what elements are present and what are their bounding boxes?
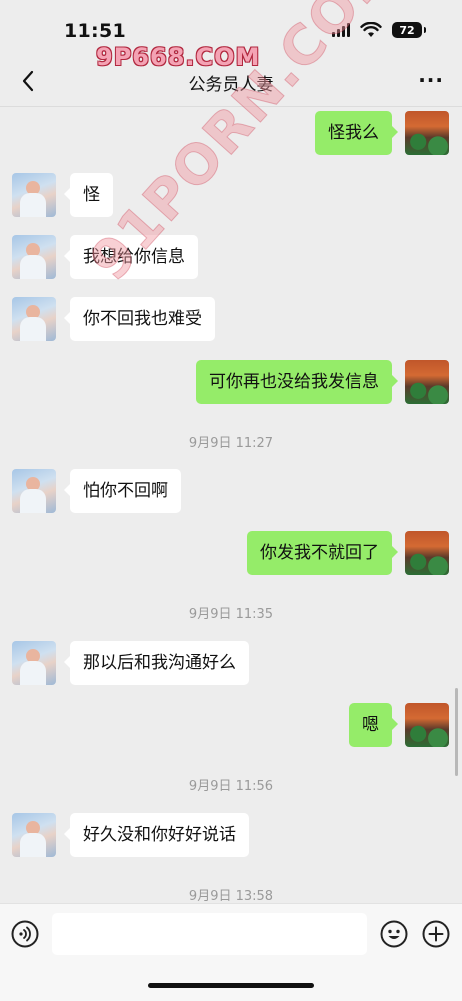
message-bubble-received[interactable]: 怪 xyxy=(64,173,113,217)
emoji-icon[interactable] xyxy=(380,920,408,948)
message-bubble-received[interactable]: 怕你不回啊 xyxy=(64,469,181,513)
timestamp: 9月9日 11:35 xyxy=(188,607,274,622)
timestamp: 9月9日 11:56 xyxy=(188,779,274,794)
battery-level: 72 xyxy=(399,23,415,37)
avatar-self[interactable] xyxy=(405,360,449,404)
scrollbar[interactable] xyxy=(455,688,458,776)
avatar-self[interactable] xyxy=(405,531,449,575)
message-bubble-received[interactable]: 好久没和你好好说话 xyxy=(64,813,249,857)
timestamp: 9月9日 11:27 xyxy=(188,436,274,451)
message-bubble-sent[interactable]: 可你再也没给我发信息 xyxy=(196,360,398,404)
add-more-icon[interactable] xyxy=(422,920,450,948)
avatar-contact[interactable] xyxy=(12,469,56,513)
watermark-top: 9P668.COM xyxy=(96,43,261,71)
avatar-contact[interactable] xyxy=(12,813,56,857)
status-time: 11:51 xyxy=(64,20,126,42)
voice-input-icon[interactable] xyxy=(11,920,39,948)
avatar-self[interactable] xyxy=(405,111,449,155)
more-options-icon[interactable]: ··· xyxy=(418,68,444,92)
avatar-contact[interactable] xyxy=(12,297,56,341)
avatar-contact[interactable] xyxy=(12,173,56,217)
message-bubble-sent[interactable]: 嗯 xyxy=(349,703,398,747)
avatar-self[interactable] xyxy=(405,703,449,747)
avatar-contact[interactable] xyxy=(12,235,56,279)
message-bubble-sent[interactable]: 你发我不就回了 xyxy=(247,531,398,575)
avatar-contact[interactable] xyxy=(12,641,56,685)
chat-area[interactable]: 怪我么 怪 我想给你信息 你不回我也难受 可你再也没给我发信息 9月9日 11:… xyxy=(0,107,462,902)
timestamp: 9月9日 13:58 xyxy=(188,889,274,902)
message-bubble-sent[interactable]: 怪我么 xyxy=(315,111,398,155)
home-indicator[interactable] xyxy=(148,983,314,988)
message-bubble-received[interactable]: 你不回我也难受 xyxy=(64,297,215,341)
message-input[interactable] xyxy=(52,913,367,955)
battery-icon: 72 xyxy=(392,22,426,38)
message-bubble-received[interactable]: 那以后和我沟通好么 xyxy=(64,641,249,685)
